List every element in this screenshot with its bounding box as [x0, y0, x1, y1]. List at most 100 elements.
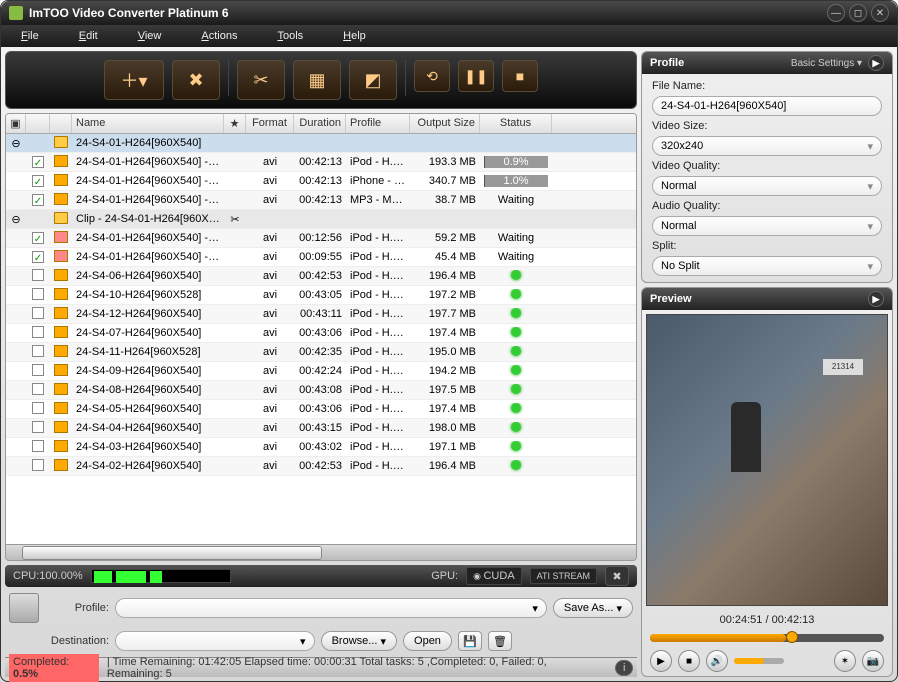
- gpu-settings-button[interactable]: ✖: [605, 566, 629, 586]
- device-button[interactable]: 💾: [458, 631, 482, 651]
- row-checkbox[interactable]: [32, 459, 44, 471]
- pause-button[interactable]: ❚❚: [458, 60, 494, 92]
- volume-slider[interactable]: [734, 658, 784, 664]
- file-icon: [54, 421, 68, 433]
- camera-button[interactable]: 📷: [862, 650, 884, 672]
- basic-settings-button[interactable]: Basic Settings ▾: [791, 58, 862, 69]
- browse-button[interactable]: Browse... ▾: [321, 631, 397, 651]
- close-button[interactable]: ✕: [871, 4, 889, 22]
- row-checkbox[interactable]: [32, 269, 44, 281]
- profile-panel-title: Profile: [650, 57, 684, 69]
- table-row[interactable]: 24-S4-11-H264[960X528]avi00:42:35iPod - …: [6, 343, 636, 362]
- row-checkbox[interactable]: [32, 421, 44, 433]
- row-checkbox[interactable]: [32, 383, 44, 395]
- minimize-button[interactable]: —: [827, 4, 845, 22]
- table-row[interactable]: 24-S4-10-H264[960X528]avi00:43:05iPod - …: [6, 286, 636, 305]
- table-row[interactable]: ⊖24-S4-01-H264[960X540]: [6, 134, 636, 153]
- menu-tools[interactable]: Tools: [277, 30, 303, 42]
- horizontal-scrollbar[interactable]: [6, 544, 636, 560]
- file-icon: [54, 250, 68, 262]
- clip-button[interactable]: ✂: [237, 60, 285, 100]
- stop-button[interactable]: ■: [502, 60, 538, 92]
- table-row[interactable]: 24-S4-03-H264[960X540]avi00:43:02iPod - …: [6, 438, 636, 457]
- col-expand[interactable]: ▣: [6, 114, 26, 133]
- row-checkbox[interactable]: [32, 345, 44, 357]
- convert-button[interactable]: ⟲: [414, 60, 450, 92]
- table-row[interactable]: ⊖Clip - 24-S4-01-H264[960X540]✂: [6, 210, 636, 229]
- menu-file[interactable]: File: [21, 30, 39, 42]
- row-checkbox[interactable]: [32, 194, 44, 206]
- volume-icon[interactable]: 🔊: [706, 650, 728, 672]
- preview-video[interactable]: 21314: [646, 314, 888, 606]
- menu-help[interactable]: Help: [343, 30, 366, 42]
- menu-actions[interactable]: Actions: [201, 30, 237, 42]
- open-button[interactable]: Open: [403, 631, 452, 651]
- row-checkbox[interactable]: [32, 288, 44, 300]
- col-output-size[interactable]: Output Size: [410, 114, 480, 133]
- profile-combo[interactable]: ▾: [115, 598, 547, 618]
- row-checkbox[interactable]: [32, 232, 44, 244]
- col-check[interactable]: [26, 114, 50, 133]
- audioquality-combo[interactable]: Normal▾: [652, 216, 882, 236]
- snapshot-button[interactable]: ✶: [834, 650, 856, 672]
- trash-button[interactable]: 🗑: [488, 631, 512, 651]
- filename-field[interactable]: 24-S4-01-H264[960X540]: [652, 96, 882, 116]
- ready-dot-icon: [511, 327, 521, 337]
- col-duration[interactable]: Duration: [294, 114, 346, 133]
- split-combo[interactable]: No Split▾: [652, 256, 882, 276]
- col-name[interactable]: Name: [72, 114, 224, 133]
- row-checkbox[interactable]: [32, 175, 44, 187]
- row-checkbox[interactable]: [32, 402, 44, 414]
- row-checkbox[interactable]: [32, 251, 44, 263]
- col-profile[interactable]: Profile: [346, 114, 410, 133]
- col-status[interactable]: Status: [480, 114, 552, 133]
- table-row[interactable]: 24-S4-04-H264[960X540]avi00:43:15iPod - …: [6, 419, 636, 438]
- menu-edit[interactable]: Edit: [79, 30, 98, 42]
- table-row[interactable]: 24-S4-08-H264[960X540]avi00:43:08iPod - …: [6, 381, 636, 400]
- maximize-button[interactable]: ◻: [849, 4, 867, 22]
- rows-container[interactable]: ⊖24-S4-01-H264[960X540]24-S4-01-H264[960…: [6, 134, 636, 544]
- row-checkbox[interactable]: [32, 326, 44, 338]
- ready-dot-icon: [511, 460, 521, 470]
- table-row[interactable]: 24-S4-07-H264[960X540]avi00:43:06iPod - …: [6, 324, 636, 343]
- col-star[interactable]: ★: [224, 114, 246, 133]
- edit-button[interactable]: ▦: [293, 60, 341, 100]
- stop-preview-button[interactable]: ■: [678, 650, 700, 672]
- table-row[interactable]: 24-S4-09-H264[960X540]avi00:42:24iPod - …: [6, 362, 636, 381]
- row-checkbox[interactable]: [32, 364, 44, 376]
- profile-panel-arrow-icon[interactable]: ▶: [868, 55, 884, 71]
- table-row[interactable]: 24-S4-12-H264[960X540]avi00:43:11iPod - …: [6, 305, 636, 324]
- table-row[interactable]: 24-S4-05-H264[960X540]avi00:43:06iPod - …: [6, 400, 636, 419]
- destination-combo[interactable]: ▾: [115, 631, 315, 651]
- add-file-button[interactable]: ＋▾: [104, 60, 164, 100]
- play-button[interactable]: ▶: [650, 650, 672, 672]
- ready-dot-icon: [511, 346, 521, 356]
- status-info-button[interactable]: i: [615, 660, 633, 676]
- seek-slider[interactable]: [650, 634, 884, 642]
- app-logo-icon: [9, 6, 23, 20]
- save-as-button[interactable]: Save As... ▾: [553, 598, 633, 618]
- effects-button[interactable]: ◩: [349, 60, 397, 100]
- menu-view[interactable]: View: [138, 30, 162, 42]
- preview-panel-arrow-icon[interactable]: ▶: [868, 291, 884, 307]
- folder-icon: [54, 136, 68, 148]
- file-icon: [54, 174, 68, 186]
- table-row[interactable]: 24-S4-01-H264[960X540] - S...avi00:09:55…: [6, 248, 636, 267]
- table-row[interactable]: 24-S4-02-H264[960X540]avi00:42:53iPod - …: [6, 457, 636, 476]
- remove-button[interactable]: ✖: [172, 60, 220, 100]
- videosize-combo[interactable]: 320x240▾: [652, 136, 882, 156]
- row-checkbox[interactable]: [32, 440, 44, 452]
- ready-dot-icon: [511, 270, 521, 280]
- row-checkbox[interactable]: [32, 307, 44, 319]
- table-row[interactable]: 24-S4-01-H264[960X540] - M...avi00:42:13…: [6, 191, 636, 210]
- row-checkbox[interactable]: [32, 156, 44, 168]
- table-row[interactable]: 24-S4-01-H264[960X540] - iP...avi00:42:1…: [6, 153, 636, 172]
- filename-label: File Name:: [652, 80, 882, 92]
- col-format[interactable]: Format: [246, 114, 294, 133]
- table-row[interactable]: 24-S4-01-H264[960X540] - S...avi00:12:56…: [6, 229, 636, 248]
- videoquality-combo[interactable]: Normal▾: [652, 176, 882, 196]
- table-row[interactable]: 24-S4-06-H264[960X540]avi00:42:53iPod - …: [6, 267, 636, 286]
- col-icon[interactable]: [50, 114, 72, 133]
- file-icon: [54, 402, 68, 414]
- table-row[interactable]: 24-S4-01-H264[960X540] - iP...avi00:42:1…: [6, 172, 636, 191]
